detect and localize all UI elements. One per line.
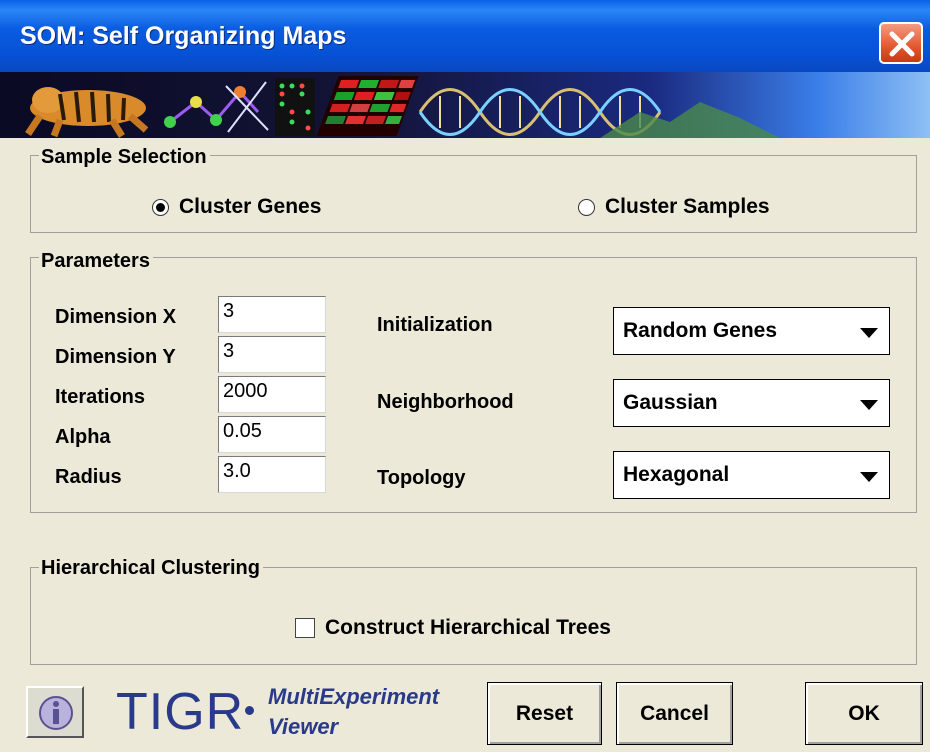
sample-selection-legend: Sample Selection bbox=[39, 145, 210, 169]
dropdown-arrow-icon bbox=[860, 472, 878, 482]
logo-subtitle-1: MultiExperiment bbox=[268, 684, 440, 709]
initialization-value: Random Genes bbox=[623, 319, 778, 342]
radio-selected-icon[interactable] bbox=[152, 198, 169, 216]
construct-trees-label: Construct Hierarchical Trees bbox=[325, 616, 611, 639]
logo-dot bbox=[245, 706, 254, 715]
dropdown-arrow-icon bbox=[860, 400, 878, 410]
construct-trees-checkbox[interactable]: Construct Hierarchical Trees bbox=[295, 616, 611, 640]
radius-label: Radius bbox=[55, 466, 122, 488]
neighborhood-select[interactable]: Gaussian bbox=[613, 379, 890, 427]
checkbox-icon[interactable] bbox=[295, 618, 315, 638]
cluster-genes-label: Cluster Genes bbox=[179, 195, 322, 218]
button-bar: TIGR MultiExperiment Viewer Reset Cancel… bbox=[0, 670, 930, 752]
dimension-y-field[interactable]: 3 bbox=[218, 336, 326, 373]
initialization-label: Initialization bbox=[377, 314, 493, 336]
alpha-label: Alpha bbox=[55, 426, 111, 448]
dimension-y-label: Dimension Y bbox=[55, 346, 176, 368]
microarray-grid bbox=[275, 78, 315, 136]
som-dialog: SOM: Self Organizing Maps Sample Selecti… bbox=[0, 0, 930, 752]
info-button[interactable] bbox=[26, 686, 84, 738]
title-bar[interactable]: SOM: Self Organizing Maps bbox=[0, 0, 930, 72]
hierarchical-clustering-legend: Hierarchical Clustering bbox=[39, 556, 263, 580]
cluster-genes-radio[interactable]: Cluster Genes bbox=[152, 195, 321, 219]
initialization-select[interactable]: Random Genes bbox=[613, 307, 890, 355]
cluster-samples-radio[interactable]: Cluster Samples bbox=[578, 195, 770, 219]
cancel-button[interactable]: Cancel bbox=[616, 682, 733, 745]
cluster-samples-label: Cluster Samples bbox=[605, 195, 770, 218]
neighborhood-label: Neighborhood bbox=[377, 391, 514, 413]
parameters-legend: Parameters bbox=[39, 249, 153, 273]
hills-graphic bbox=[600, 102, 780, 138]
dimension-x-label: Dimension X bbox=[55, 306, 177, 328]
ok-button[interactable]: OK bbox=[805, 682, 923, 745]
iterations-field[interactable]: 2000 bbox=[218, 376, 326, 413]
heatmap-graphic bbox=[316, 76, 419, 136]
topology-select[interactable]: Hexagonal bbox=[613, 451, 890, 499]
banner-image bbox=[0, 72, 930, 138]
window-title: SOM: Self Organizing Maps bbox=[20, 22, 347, 50]
neighborhood-value: Gaussian bbox=[623, 391, 718, 414]
logo-subtitle-2: Viewer bbox=[268, 714, 339, 739]
reset-button[interactable]: Reset bbox=[487, 682, 602, 745]
topology-label: Topology bbox=[377, 467, 466, 489]
tiger-icon bbox=[25, 87, 149, 138]
dimension-x-field[interactable]: 3 bbox=[218, 296, 326, 333]
dropdown-arrow-icon bbox=[860, 328, 878, 338]
tigr-logo-text: TIGR bbox=[116, 683, 245, 741]
close-icon bbox=[889, 31, 915, 57]
iterations-label: Iterations bbox=[55, 386, 146, 408]
radio-unselected-icon[interactable] bbox=[578, 198, 595, 216]
topology-value: Hexagonal bbox=[623, 463, 730, 486]
alpha-field[interactable]: 0.05 bbox=[218, 416, 326, 453]
radius-field[interactable]: 3.0 bbox=[218, 456, 326, 493]
info-icon bbox=[39, 696, 73, 730]
close-button[interactable] bbox=[879, 22, 923, 64]
molecule-graphic bbox=[164, 81, 269, 133]
banner-graphic bbox=[25, 76, 780, 138]
